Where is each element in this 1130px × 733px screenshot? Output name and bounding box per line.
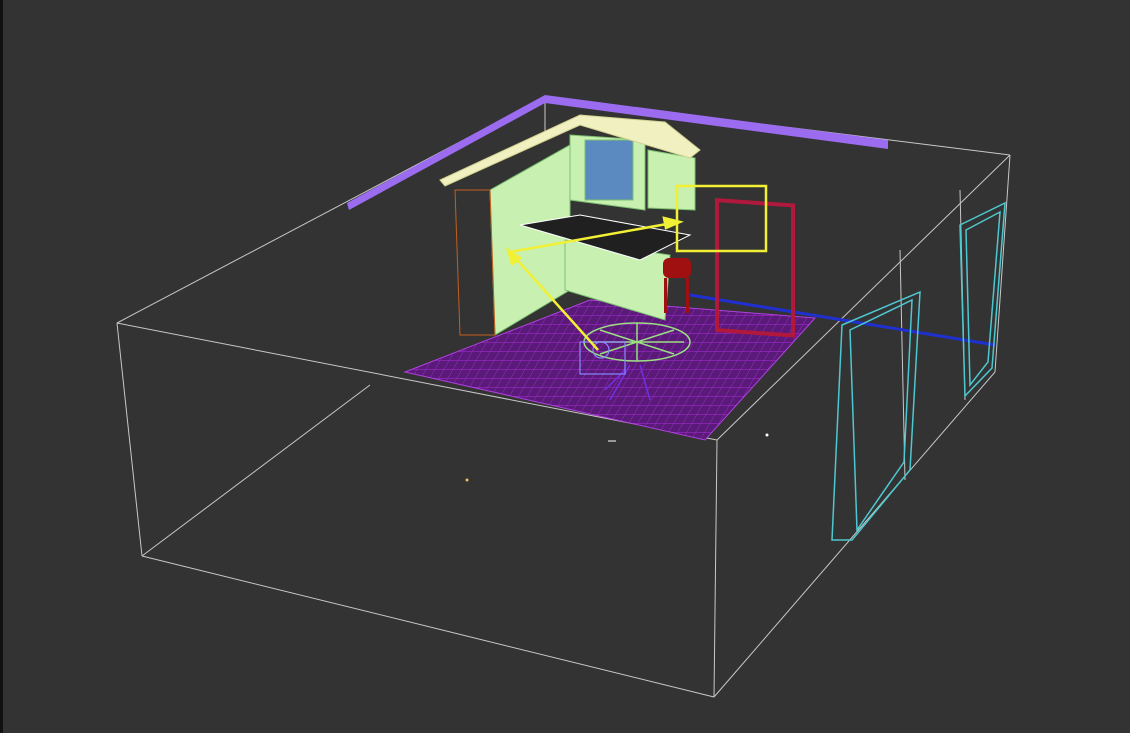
cabinet-upper-right	[647, 149, 696, 211]
room-edge	[716, 154, 1011, 441]
room-edge	[994, 154, 1011, 373]
room-edge	[141, 384, 371, 557]
room-edge	[713, 439, 718, 698]
helper-point	[465, 478, 469, 482]
3d-viewport[interactable]	[0, 0, 1130, 733]
helper-point	[765, 433, 769, 437]
room-edge	[141, 555, 715, 698]
room-edge	[713, 371, 996, 698]
stool-seat	[663, 258, 691, 278]
stool-leg	[664, 278, 667, 313]
window	[849, 298, 913, 533]
cabinet-glass	[584, 139, 634, 201]
window	[965, 210, 1001, 388]
stool-leg	[686, 278, 689, 313]
room-edge	[116, 322, 143, 557]
tall-cabinet-outline	[454, 189, 496, 336]
window-frames[interactable]	[831, 201, 1006, 541]
